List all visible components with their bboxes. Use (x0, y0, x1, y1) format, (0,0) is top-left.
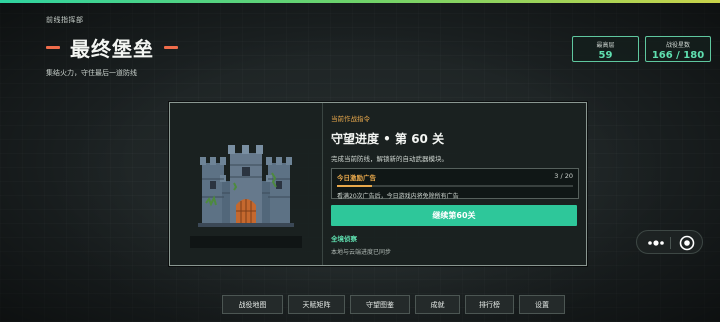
mission-kicker: 当前作战指令 (331, 115, 370, 123)
castle-icon (198, 145, 294, 227)
stat-label: 最高层 (596, 42, 615, 49)
stat-campaign-stars: 战役星数 166 / 180 (645, 36, 711, 62)
stat-value: 59 (598, 50, 613, 61)
nav-leaderboard[interactable]: 排行榜 (465, 295, 514, 314)
continue-level-button[interactable]: 继续第60关 (331, 205, 577, 226)
sync-title: 全境侦察 (331, 235, 357, 243)
page-title: 最终堡垒 (70, 36, 154, 61)
ad-progress-track (337, 185, 573, 187)
page-subtitle: 集结火力，守住最后一道防线 (46, 69, 137, 77)
nav-codex[interactable]: 守望图鉴 (350, 295, 410, 314)
ad-progress-header: 今日激励广告 3 / 20 (337, 172, 573, 182)
nav-settings[interactable]: 设置 (519, 295, 565, 314)
page-title-row: 最终堡垒 (46, 34, 178, 61)
mission-title: 守望进度 • 第 60 关 (331, 132, 445, 146)
top-accent-bar (0, 0, 720, 3)
panel-divider (322, 103, 323, 265)
more-dots-icon[interactable] (643, 234, 669, 252)
title-dash-left (46, 45, 60, 49)
stat-highest-level: 最高层 59 (572, 36, 639, 62)
stat-value: 166 / 180 (651, 50, 705, 61)
nav-campaign-map[interactable]: 战役地图 (222, 295, 283, 314)
stat-label: 战役星数 (665, 42, 690, 49)
mission-description: 完成当前防线，解锁新的自动武器模块。 (331, 155, 448, 163)
close-target-icon[interactable] (678, 234, 696, 252)
bottom-nav: 战役地图 天赋矩阵 守望图鉴 成就 排行榜 设置 (222, 295, 565, 314)
castle-pedestal (190, 236, 302, 248)
ad-progress-fill (337, 185, 373, 187)
nav-talent-matrix[interactable]: 天赋矩阵 (288, 295, 345, 314)
nav-achievements[interactable]: 成就 (415, 295, 460, 314)
mission-details: 当前作战指令 守望进度 • 第 60 关 完成当前防线，解锁新的自动武器模块。 … (331, 113, 579, 256)
ad-progress-box: 今日激励广告 3 / 20 看满20次广告后，今日游戏内将免除所有广告 (331, 168, 579, 200)
castle-illustration (198, 143, 294, 227)
capsule-divider (670, 237, 671, 249)
ad-progress-label: 今日激励广告 (337, 174, 376, 182)
ad-progress-count: 3 / 20 (554, 172, 573, 180)
ad-progress-note: 看满20次广告后，今日游戏内将免除所有广告 (337, 193, 459, 200)
mission-panel: 当前作战指令 守望进度 • 第 60 关 完成当前防线，解锁新的自动武器模块。 … (169, 102, 587, 266)
mini-program-capsule (636, 230, 703, 254)
sync-status: 本地与云端进度已同步 (331, 249, 392, 256)
header-kicker: 前线指挥部 (46, 16, 84, 24)
title-dash-right (164, 45, 178, 49)
